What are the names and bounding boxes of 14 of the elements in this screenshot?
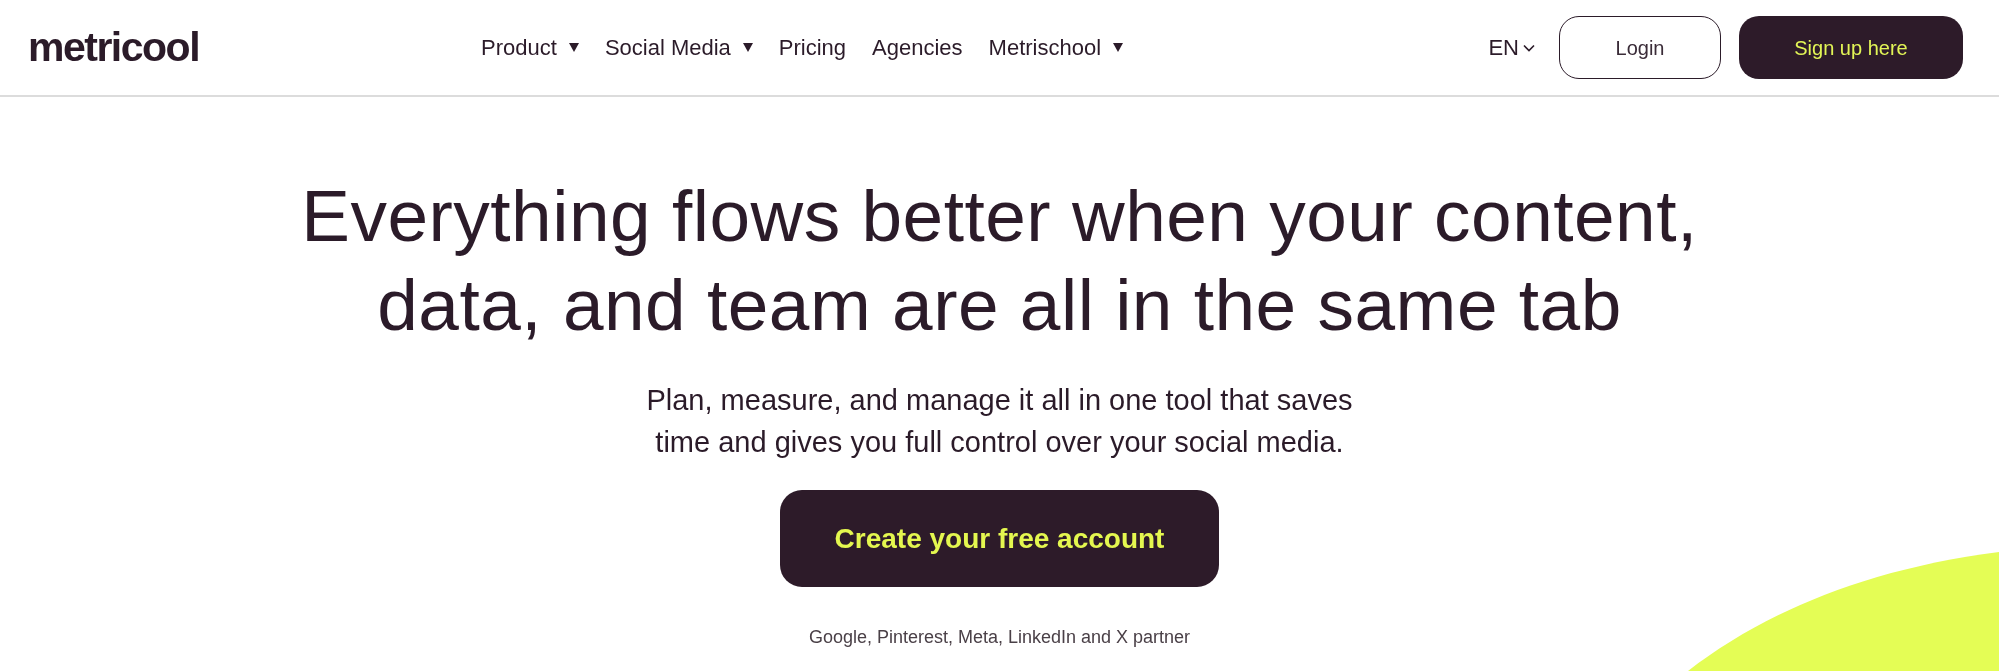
login-button[interactable]: Login [1559, 16, 1721, 79]
hero-subtitle: Plan, measure, and manage it all in one tool that saves time and gives you full control over your social media. [646, 383, 1353, 460]
hero-headline: Everything flows better when your content, data, and team are all in the same tab [301, 174, 1698, 347]
partner-note: Google, Pinterest, Meta, LinkedIn and X partner [808, 626, 1191, 649]
sign-up-button[interactable]: Sign up here [1739, 16, 1963, 79]
create-account-button[interactable]: Create your free account [780, 490, 1219, 587]
nav-link[interactable]: Social Media [604, 36, 753, 59]
nav-link[interactable]: Metrischool [988, 36, 1124, 59]
language-selector[interactable]: EN [1488, 36, 1535, 59]
nav-link[interactable]: Pricing [778, 36, 847, 59]
nav-link[interactable]: Agencies [872, 36, 963, 59]
chevron-down-icon [1523, 43, 1535, 52]
nav-link[interactable]: Product [481, 36, 579, 59]
logo[interactable]: metricool [28, 27, 200, 68]
